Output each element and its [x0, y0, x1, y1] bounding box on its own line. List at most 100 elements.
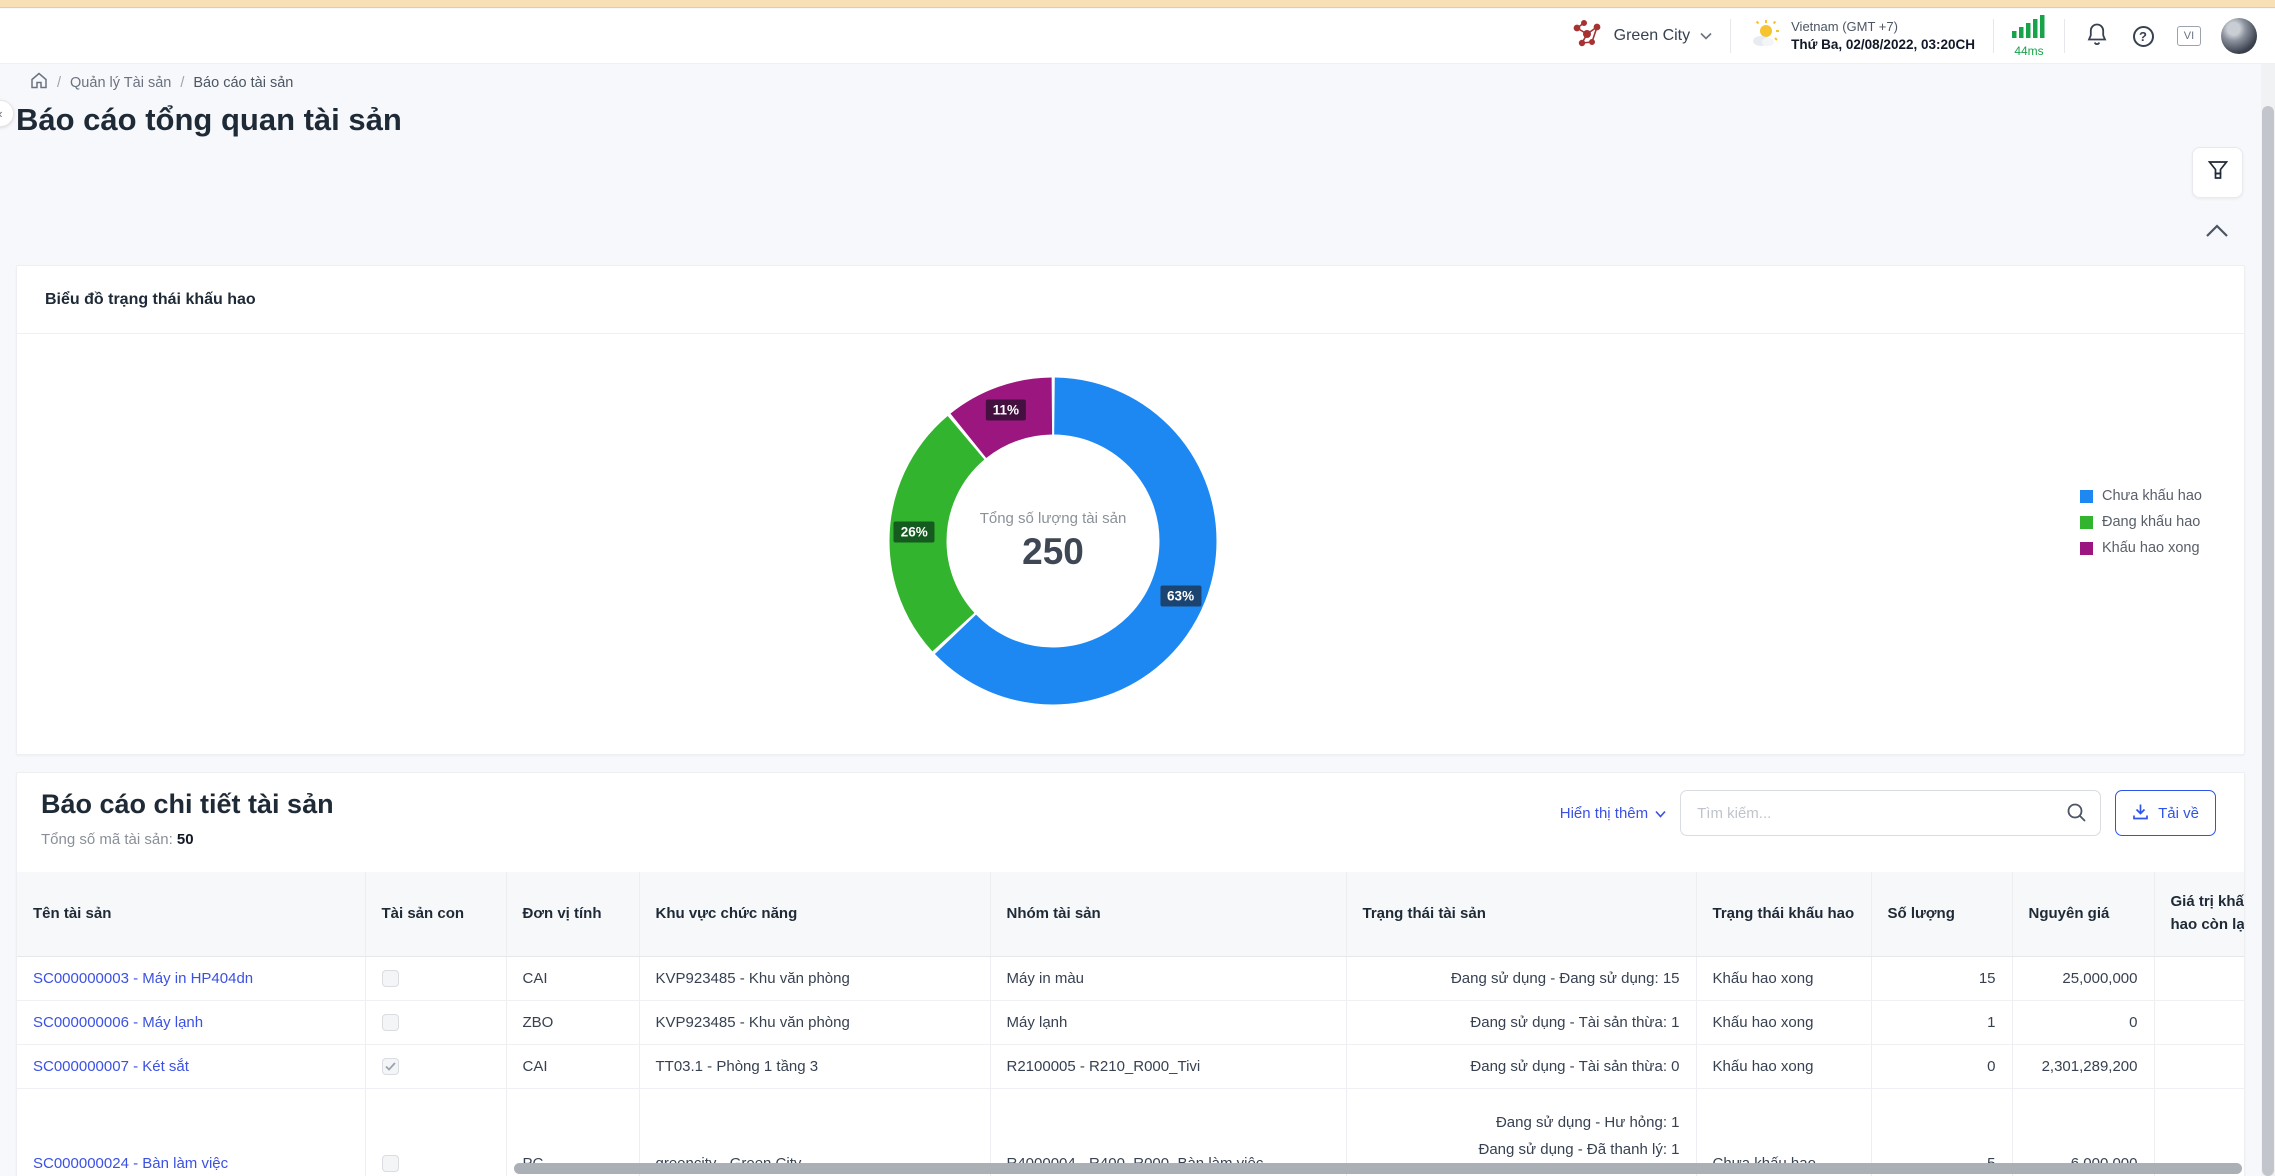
- table-row: SC000000006 - Máy lạnh ZBOKVP923485 - Khu…: [17, 1000, 2244, 1044]
- slice-percent-label: 11%: [986, 400, 1026, 421]
- table-scroll-area[interactable]: Tên tài sản Tài sản con Đơn vị tính Khu …: [17, 872, 2244, 1176]
- cell-remaining-value: [2154, 1044, 2244, 1088]
- cell-functional-area: TT03.1 - Phòng 1 tầng 3: [639, 1044, 990, 1088]
- legend-item[interactable]: Khấu hao xong: [2080, 540, 2202, 556]
- col-header-asset-name: Tên tài sản: [17, 872, 365, 956]
- table-row: SC000000007 - Két sắt CAITT03.1 - Phòng 1…: [17, 1044, 2244, 1088]
- col-header-child-asset: Tài sản con: [365, 872, 506, 956]
- vertical-scrollbar[interactable]: [2261, 64, 2275, 1176]
- col-header-quantity: Số lượng: [1871, 872, 2012, 956]
- search-box: [1680, 790, 2101, 836]
- chart-card-header: Biểu đồ trạng thái khấu hao: [17, 266, 2244, 334]
- org-name: Green City: [1614, 27, 1690, 45]
- table-section-title: Báo cáo chi tiết tài sản: [41, 789, 334, 820]
- datetime-label: Thứ Ba, 02/08/2022, 03:20CH: [1791, 36, 1975, 54]
- search-icon[interactable]: [2066, 802, 2087, 828]
- cell-unit: ZBO: [506, 1000, 639, 1044]
- cell-child-asset: [365, 1000, 506, 1044]
- environment-banner: [0, 0, 2275, 8]
- asset-link[interactable]: SC000000003 - Máy in HP404dn: [33, 970, 253, 987]
- cell-child-asset: [365, 1088, 506, 1176]
- breadcrumb-separator: /: [180, 75, 184, 91]
- col-header-original-cost: Nguyên giá: [2012, 872, 2154, 956]
- chevron-down-icon: [1700, 27, 1712, 45]
- bell-icon: [2086, 22, 2108, 51]
- table-header-row: Tên tài sản Tài sản con Đơn vị tính Khu …: [17, 872, 2244, 956]
- app-window: Green City Vietnam (GMT +7) Thứ Ba, 02/0…: [0, 0, 2275, 1176]
- col-header-functional-area: Khu vực chức năng: [639, 872, 990, 956]
- checkbox-unchecked[interactable]: [382, 970, 399, 987]
- vertical-scrollbar-thumb[interactable]: [2262, 106, 2274, 1176]
- home-icon[interactable]: [30, 72, 48, 93]
- help-button[interactable]: ?: [2129, 22, 2157, 50]
- funnel-icon: [2207, 159, 2229, 186]
- col-header-depreciation-status: Trạng thái khấu hao: [1696, 872, 1871, 956]
- cell-asset-name: SC000000024 - Bàn làm việc: [17, 1088, 365, 1176]
- cell-asset-group: R2100005 - R210_R000_Tivi: [990, 1044, 1346, 1088]
- legend-label: Đang khấu hao: [2102, 514, 2200, 530]
- cell-asset-name: SC000000006 - Máy lạnh: [17, 1000, 365, 1044]
- cell-functional-area: KVP923485 - Khu văn phòng: [639, 1000, 990, 1044]
- asset-status-line: Đang sử dụng - Tài sản thừa: 0: [1363, 1053, 1680, 1080]
- depreciation-chart-card: Biểu đồ trạng thái khấu hao Tổng số lượn…: [16, 265, 2245, 755]
- question-icon: ?: [2133, 26, 2154, 47]
- search-input[interactable]: [1680, 790, 2101, 836]
- cell-remaining-value: [2154, 956, 2244, 1000]
- cell-child-asset: [365, 956, 506, 1000]
- cell-original-cost: 25,000,000: [2012, 956, 2154, 1000]
- language-badge: VI: [2177, 26, 2201, 46]
- cell-depreciation-status: Khấu hao xong: [1696, 956, 1871, 1000]
- asset-count-summary: Tổng số mã tài sản: 50: [41, 831, 194, 848]
- app-header: Green City Vietnam (GMT +7) Thứ Ba, 02/0…: [0, 9, 2275, 64]
- cell-quantity: 15: [1871, 956, 2012, 1000]
- avatar[interactable]: [2221, 18, 2257, 54]
- legend-swatch: [2080, 542, 2093, 555]
- header-divider: [1993, 19, 1994, 53]
- chart-card-title: Biểu đồ trạng thái khấu hao: [45, 291, 256, 309]
- cell-asset-status: Đang sử dụng - Tài sản thừa: 1: [1346, 1000, 1696, 1044]
- show-more-link[interactable]: Hiển thị thêm: [1560, 805, 1666, 822]
- table-controls: Hiển thị thêm Tải về: [1560, 790, 2216, 836]
- sidebar-collapse-button[interactable]: ‹: [0, 100, 14, 127]
- checkbox-checked[interactable]: [382, 1058, 399, 1075]
- cell-original-cost: 0: [2012, 1000, 2154, 1044]
- asset-link[interactable]: SC000000006 - Máy lạnh: [33, 1014, 203, 1031]
- asset-link[interactable]: SC000000024 - Bàn làm việc: [33, 1155, 228, 1172]
- cell-asset-status: Đang sử dụng - Tài sản thừa: 0: [1346, 1044, 1696, 1088]
- horizontal-scrollbar-thumb[interactable]: [514, 1163, 2242, 1174]
- org-switcher[interactable]: Green City: [1570, 19, 1712, 54]
- asset-status-line: Đang sử dụng - Đã thanh lý: 1: [1363, 1136, 1680, 1163]
- notifications-button[interactable]: [2083, 22, 2111, 50]
- collapse-panel-button[interactable]: [2203, 222, 2231, 244]
- col-header-unit: Đơn vị tính: [506, 872, 639, 956]
- legend-item[interactable]: Chưa khấu hao: [2080, 488, 2202, 504]
- cell-asset-name: SC000000007 - Két sắt: [17, 1044, 365, 1088]
- chart-legend: Chưa khấu hao Đang khấu hao Khấu hao xong: [2080, 488, 2202, 556]
- download-button[interactable]: Tải về: [2115, 790, 2216, 836]
- donut-center-label: Tổng số lượng tài sản: [980, 510, 1127, 527]
- cell-original-cost: 2,301,289,200: [2012, 1044, 2154, 1088]
- checkbox-unchecked[interactable]: [382, 1155, 399, 1172]
- cell-asset-status: Đang sử dụng - Đang sử dụng: 15: [1346, 956, 1696, 1000]
- col-header-remaining-value: Giá trị khấu hao còn lại: [2154, 872, 2244, 956]
- download-icon: [2132, 803, 2149, 824]
- chevron-down-icon: [1655, 805, 1666, 822]
- col-header-asset-group: Nhóm tài sản: [990, 872, 1346, 956]
- legend-swatch: [2080, 516, 2093, 529]
- cell-unit: CAI: [506, 1044, 639, 1088]
- cell-depreciation-status: Khấu hao xong: [1696, 1044, 1871, 1088]
- language-switcher[interactable]: VI: [2175, 22, 2203, 50]
- asset-link[interactable]: SC000000007 - Két sắt: [33, 1058, 189, 1075]
- asset-count-value: 50: [177, 831, 194, 848]
- page-title: Báo cáo tổng quan tài sản: [16, 102, 402, 138]
- cell-child-asset: [365, 1044, 506, 1088]
- asset-status-line: Đang sử dụng - Hư hỏng: 1: [1363, 1109, 1680, 1136]
- download-label: Tải về: [2158, 805, 2199, 822]
- asset-count-label: Tổng số mã tài sản:: [41, 831, 173, 848]
- cell-quantity: 0: [1871, 1044, 2012, 1088]
- filter-button[interactable]: [2192, 147, 2243, 198]
- breadcrumb-item-asset-management[interactable]: Quản lý Tài sản: [70, 75, 171, 91]
- checkbox-unchecked[interactable]: [382, 1014, 399, 1031]
- legend-item[interactable]: Đang khấu hao: [2080, 514, 2202, 530]
- asset-status-line: Đang sử dụng - Đang sử dụng: 15: [1363, 965, 1680, 992]
